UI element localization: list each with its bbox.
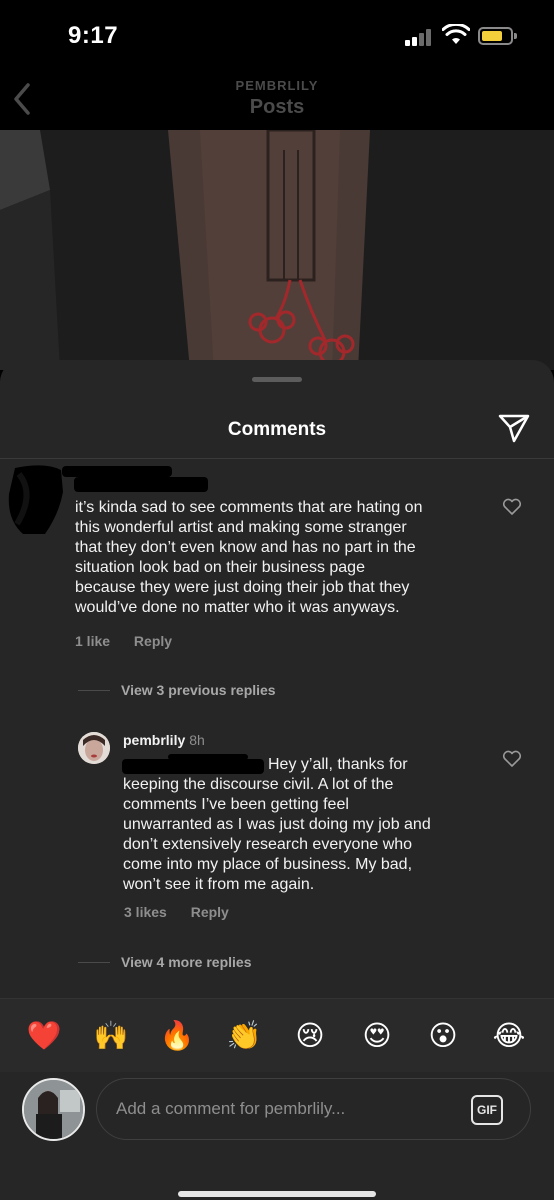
- comments-title: Comments: [227, 419, 327, 440]
- status-bar: 9:17: [0, 0, 554, 70]
- reply-line: come into my place of business. My bad,: [123, 856, 413, 873]
- fire-emoji[interactable]: 🔥: [159, 1019, 195, 1053]
- like-heart-icon[interactable]: [502, 750, 522, 768]
- clapping-hands-emoji[interactable]: 👏: [226, 1019, 262, 1053]
- like-count[interactable]: 1 like: [75, 633, 110, 649]
- comment-input[interactable]: Add a comment for pembrlily... GIF: [96, 1078, 531, 1140]
- comment-line: it’s kinda sad to see comments that are …: [75, 499, 423, 516]
- reply-meta: 3 likes Reply: [124, 904, 249, 920]
- comment-placeholder: Add a comment for pembrlily...: [116, 1099, 346, 1118]
- heart-eyes-emoji[interactable]: 😍: [359, 1019, 395, 1053]
- reply-line: comments I’ve been getting feel: [123, 796, 349, 813]
- reply-username[interactable]: pembrlily 8h: [123, 732, 205, 748]
- reply-line: unwarranted as I was just doing my job a…: [123, 816, 431, 833]
- status-time: 9:17: [68, 22, 119, 49]
- posts-header: PEMBRLILY Posts: [0, 70, 554, 130]
- like-heart-icon[interactable]: [502, 498, 522, 516]
- reply-line: keeping the discourse civil. A lot of th…: [123, 776, 394, 793]
- divider: [78, 962, 110, 963]
- avatar[interactable]: [22, 1078, 85, 1141]
- post-image: [0, 130, 554, 370]
- tears-of-joy-emoji[interactable]: 😂: [491, 1019, 527, 1053]
- surprised-face-emoji[interactable]: 😮: [425, 1019, 461, 1053]
- wifi-icon: [442, 24, 470, 44]
- reply-line: Hey y’all, thanks for: [268, 756, 408, 773]
- reply-line: don’t extensively research everyone who: [123, 836, 413, 853]
- page-title: Posts: [249, 96, 305, 118]
- crying-face-emoji[interactable]: 😢: [292, 1019, 328, 1053]
- avatar[interactable]: [78, 732, 110, 764]
- redacted-mention: [122, 759, 264, 774]
- red-heart-emoji[interactable]: ❤️: [26, 1019, 62, 1053]
- username[interactable]: pembrlily: [123, 732, 185, 748]
- account-name: PEMBRLILY: [235, 78, 319, 93]
- home-indicator[interactable]: [178, 1191, 376, 1197]
- comment-meta: 1 like Reply: [75, 633, 192, 649]
- avatar[interactable]: [5, 464, 65, 536]
- redacted-username: [62, 466, 172, 477]
- raising-hands-emoji[interactable]: 🙌: [93, 1019, 129, 1053]
- comment-line: because they were just doing their job t…: [75, 579, 410, 596]
- comment-line: situation look bad on their business pag…: [75, 559, 365, 576]
- divider: [0, 458, 554, 459]
- comment-line: would’ve done no matter who it was anywa…: [75, 599, 400, 616]
- cellular-signal-icon: [405, 28, 433, 46]
- divider: [78, 690, 110, 691]
- comment-composer: Add a comment for pembrlily... GIF: [0, 1072, 554, 1200]
- comment-line: that they don’t even know and has no par…: [75, 539, 416, 556]
- redacted-username: [74, 477, 208, 492]
- comments-sheet: Comments it’s kinda sad to see comments …: [0, 360, 554, 1200]
- reply-button[interactable]: Reply: [191, 904, 229, 920]
- reply-button[interactable]: Reply: [134, 633, 172, 649]
- gif-button[interactable]: GIF: [471, 1095, 503, 1125]
- view-previous-replies[interactable]: View 3 previous replies: [121, 682, 276, 698]
- like-count[interactable]: 3 likes: [124, 904, 167, 920]
- view-more-replies[interactable]: View 4 more replies: [121, 954, 251, 970]
- reply-line: won’t see it from me again.: [123, 876, 315, 893]
- battery-icon: [478, 27, 517, 45]
- timestamp: 8h: [189, 732, 205, 748]
- comment-line: this wonderful artist and making some st…: [75, 519, 407, 536]
- sheet-grabber[interactable]: [252, 377, 302, 382]
- share-send-icon[interactable]: [497, 412, 531, 444]
- emoji-reaction-bar: ❤️ 🙌 🔥 👏 😢 😍 😮 😂: [0, 998, 554, 1072]
